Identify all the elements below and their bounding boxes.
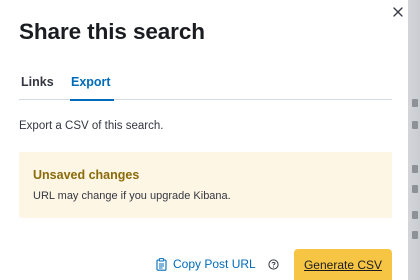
warning-callout: Unsaved changes URL may change if you up… [19, 152, 392, 218]
tab-list: Links Export [19, 74, 392, 101]
generate-csv-button[interactable]: Generate CSV [294, 249, 392, 280]
backdrop-glyph [412, 99, 418, 107]
modal-title: Share this search [19, 19, 205, 44]
backdrop-glyph [412, 231, 418, 239]
tab-links[interactable]: Links [21, 74, 57, 100]
copy-post-url-button[interactable]: Copy Post URL [156, 257, 256, 271]
clipboard-icon [156, 257, 167, 271]
backdrop-glyph [412, 165, 418, 173]
export-description: Export a CSV of this search. [19, 120, 164, 132]
callout-body: URL may change if you upgrade Kibana. [33, 190, 231, 202]
callout-title: Unsaved changes [33, 168, 140, 182]
backdrop-glyph [412, 121, 418, 129]
copy-post-url-label: Copy Post URL [173, 257, 256, 271]
backdrop-glyph [412, 185, 418, 193]
tab-export[interactable]: Export [70, 74, 114, 101]
backdrop-glyph [412, 211, 418, 219]
close-icon [393, 7, 403, 17]
close-button[interactable] [391, 5, 405, 19]
question-circle-icon[interactable] [268, 259, 279, 270]
share-modal: Share this search Links Export Export a … [0, 0, 408, 280]
page-backdrop [408, 0, 420, 280]
